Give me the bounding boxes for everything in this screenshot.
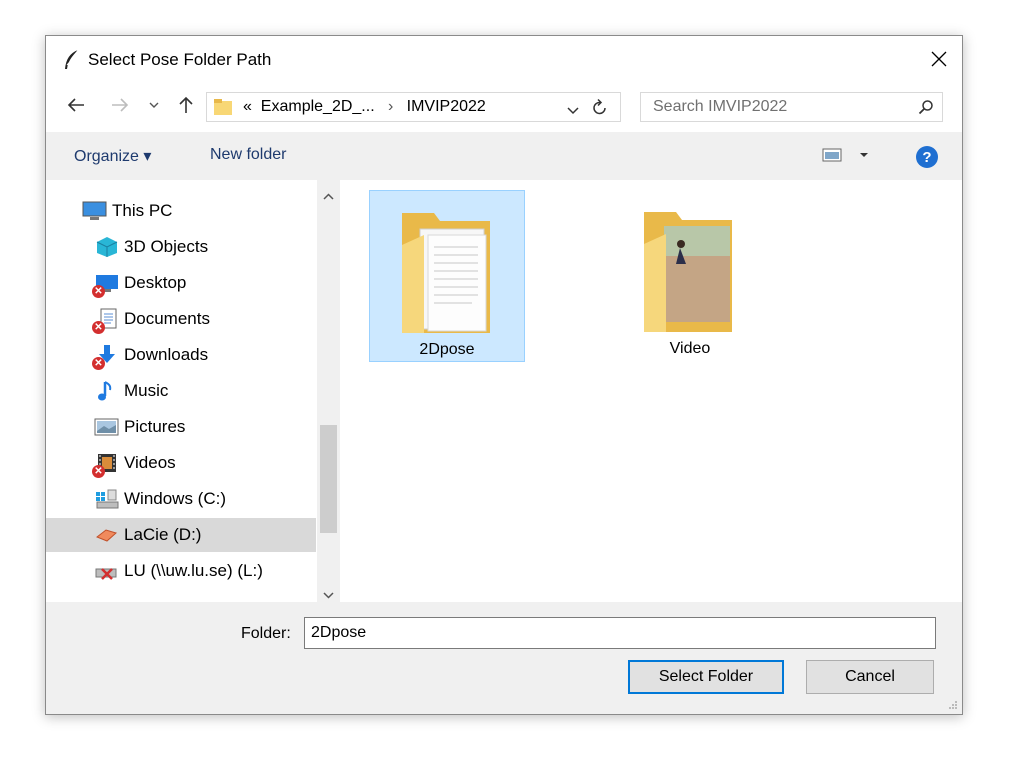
scroll-up-icon[interactable] [323, 188, 334, 206]
sidebar-item-label: LU (\\uw.lu.se) (L:) [124, 561, 263, 580]
breadcrumb-example[interactable]: Example_2D_... [261, 98, 375, 115]
documents-icon: ✕ [92, 308, 120, 334]
search-input[interactable]: Search IMVIP2022 [653, 98, 787, 116]
folder-item-2dpose[interactable]: 2Dpose [369, 190, 525, 362]
sidebar-item-this-pc[interactable]: This PC [46, 194, 340, 228]
title-bar: Select Pose Folder Path [46, 36, 962, 82]
breadcrumb-overflow[interactable]: « [243, 98, 252, 115]
arrow-left-icon [67, 98, 84, 112]
search-box[interactable]: Search IMVIP2022 [640, 92, 943, 122]
navigation-bar: « Example_2D_... › IMVIP2022 Search IMVI… [46, 82, 962, 132]
navigation-pane: This PC 3D Objects ✕ Desktop ✕ Documents [46, 180, 340, 602]
sidebar-item-label: Downloads [124, 345, 209, 364]
error-badge-icon: ✕ [92, 321, 105, 334]
desktop-icon: ✕ [92, 272, 120, 298]
refresh-icon [593, 98, 606, 115]
recent-locations-button[interactable] [146, 92, 162, 118]
external-drive-icon [94, 524, 120, 546]
select-folder-button[interactable]: Select Folder [628, 660, 784, 694]
folder-label: 2Dpose [419, 341, 475, 358]
view-options-icon [822, 148, 868, 162]
sidebar-item-downloads[interactable]: ✕ Downloads [46, 338, 340, 372]
change-view-button[interactable] [822, 147, 872, 168]
sidebar-item-label: Music [124, 381, 169, 400]
forward-button[interactable] [108, 92, 132, 118]
video-icon: ✕ [92, 452, 120, 478]
close-button[interactable] [916, 36, 962, 82]
folder-name-input[interactable] [304, 617, 936, 649]
breadcrumb-separator[interactable]: › [388, 98, 393, 115]
refresh-button[interactable] [592, 98, 608, 121]
dialog-footer: Folder: Select Folder Cancel [46, 602, 962, 714]
sidebar-item-label: LaCie (D:) [124, 525, 202, 544]
organize-menu[interactable]: Organize ▾ [74, 146, 151, 166]
feather-icon [62, 49, 80, 71]
sidebar-item-desktop[interactable]: ✕ Desktop [46, 266, 340, 300]
sidebar-item-pictures[interactable]: Pictures [46, 410, 340, 444]
error-badge-icon: ✕ [92, 357, 105, 370]
sidebar-item-lu-l[interactable]: LU (\\uw.lu.se) (L:) [46, 554, 340, 588]
up-button[interactable] [174, 92, 198, 118]
window-title: Select Pose Folder Path [88, 50, 272, 69]
back-button[interactable] [64, 92, 88, 118]
cancel-button[interactable]: Cancel [806, 660, 934, 694]
address-dropdown-button[interactable] [567, 102, 579, 120]
drive-icon [94, 488, 120, 510]
error-badge-icon: ✕ [92, 465, 105, 478]
sidebar-item-label: 3D Objects [124, 237, 209, 256]
navigation-pane-scrollbar[interactable] [317, 180, 340, 602]
sidebar-item-lacie-d[interactable]: LaCie (D:) [46, 518, 316, 552]
folder-documents-icon [398, 205, 498, 340]
arrow-up-icon [179, 96, 193, 113]
select-folder-dialog: Select Pose Folder Path « Example_2D_...… [45, 35, 963, 715]
network-drive-icon [94, 560, 120, 582]
folder-icon [214, 98, 232, 116]
cube-icon [94, 236, 120, 258]
download-icon: ✕ [92, 344, 120, 370]
file-list: 2Dpose Video [342, 180, 962, 602]
chevron-down-icon [567, 107, 579, 115]
scrollbar-thumb[interactable] [320, 425, 337, 533]
folder-label: Folder: [241, 625, 291, 642]
address-bar[interactable]: « Example_2D_... › IMVIP2022 [206, 92, 621, 122]
sidebar-item-label: Documents [124, 309, 210, 328]
new-folder-button[interactable]: New folder [210, 146, 286, 164]
sidebar-item-documents[interactable]: ✕ Documents [46, 302, 340, 336]
sidebar-item-3d-objects[interactable]: 3D Objects [46, 230, 340, 264]
error-badge-icon: ✕ [92, 285, 105, 298]
arrow-right-icon [112, 98, 129, 112]
folder-label: Video [669, 340, 711, 357]
sidebar-item-label: Pictures [124, 417, 186, 436]
sidebar-item-label: Videos [124, 453, 176, 472]
pictures-icon [94, 416, 120, 438]
sidebar-item-videos[interactable]: ✕ Videos [46, 446, 340, 480]
music-icon [94, 380, 120, 402]
search-icon[interactable] [918, 99, 934, 120]
sidebar-item-label: This PC [112, 201, 173, 220]
sidebar-item-music[interactable]: Music [46, 374, 340, 408]
help-button[interactable]: ? [916, 146, 938, 168]
chevron-down-icon [149, 102, 159, 108]
sidebar-item-windows-c[interactable]: Windows (C:) [46, 482, 340, 516]
folder-preview-icon [640, 204, 740, 339]
resize-grip-icon[interactable] [948, 700, 958, 710]
computer-icon [82, 200, 108, 222]
sidebar-item-label: Windows (C:) [124, 489, 227, 508]
close-icon [931, 51, 947, 67]
sidebar-item-label: Desktop [124, 273, 187, 292]
folder-item-video[interactable]: Video [612, 190, 768, 362]
command-toolbar: Organize ▾ New folder ? [46, 132, 962, 180]
breadcrumb-imvip2022[interactable]: IMVIP2022 [407, 98, 486, 115]
